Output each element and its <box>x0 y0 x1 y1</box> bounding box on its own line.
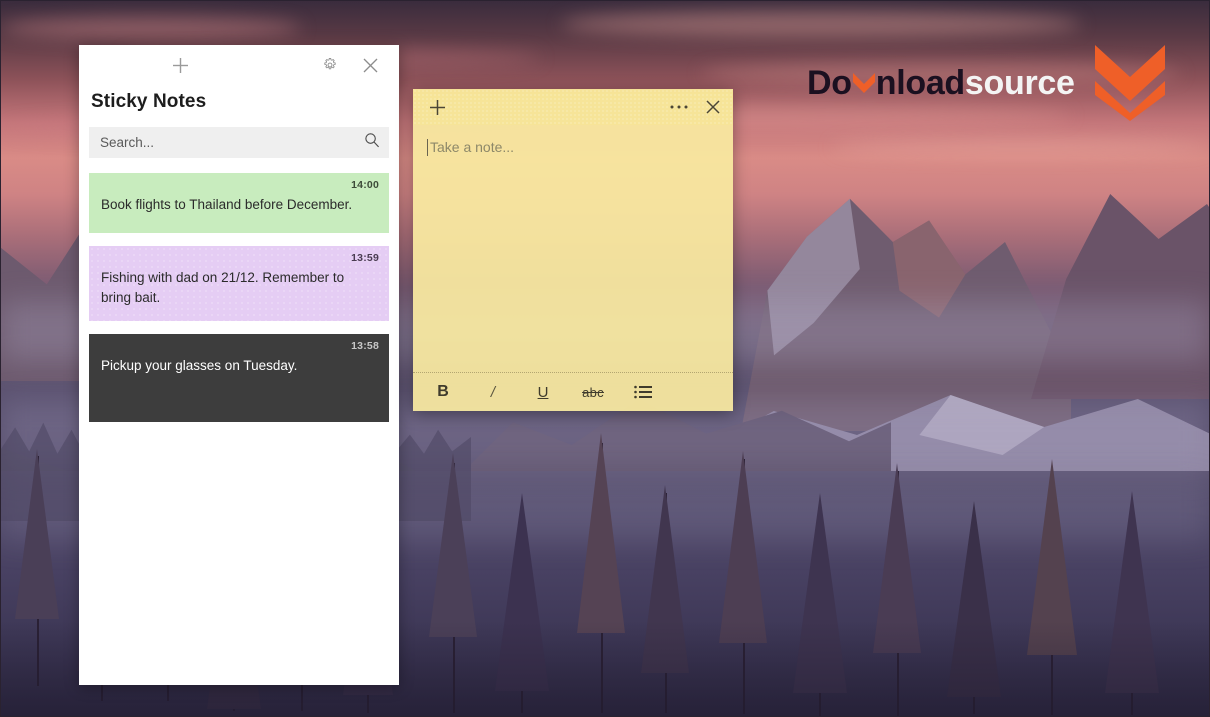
cloud-streak <box>561 11 1081 37</box>
snow-ridge-highlight <box>919 395 1045 455</box>
watermark-part-source: source <box>964 63 1075 102</box>
bold-button[interactable]: B <box>431 380 455 404</box>
tree-trunk <box>521 501 523 713</box>
note-formatting-toolbar: B / U abc <box>413 372 733 411</box>
pine-tree <box>429 453 477 637</box>
cloud-streak <box>831 139 1209 155</box>
pine-tree <box>577 433 625 633</box>
pine-tree <box>719 451 767 643</box>
tree-trunk <box>819 501 821 716</box>
note-new-button[interactable] <box>419 89 455 125</box>
tree-trunk <box>897 471 899 716</box>
tree-trunk <box>1131 499 1133 715</box>
tree-trunk <box>1051 467 1053 715</box>
note-preview-text: Fishing with dad on 21/12. Remember to b… <box>101 270 345 305</box>
watermark-text: Do nload source <box>807 64 1075 103</box>
note-menu-icon[interactable] <box>663 89 695 125</box>
bullet-list-button[interactable] <box>631 380 655 404</box>
note-timestamp: 14:00 <box>351 179 379 191</box>
note-timestamp: 13:59 <box>351 252 379 264</box>
note-preview-text: Book flights to Thailand before December… <box>101 197 353 212</box>
watermark-part-do: Do <box>807 63 852 102</box>
mountain-center-sunlit <box>892 220 966 318</box>
pine-tree <box>947 501 1001 697</box>
note-titlebar <box>413 89 733 125</box>
close-icon[interactable] <box>351 45 389 85</box>
downloadsource-watermark: Do nload source <box>807 43 1169 123</box>
search-input[interactable] <box>100 135 364 150</box>
note-text-area[interactable]: Take a note... <box>413 125 733 372</box>
tree-trunk <box>37 456 39 686</box>
underline-button[interactable]: U <box>531 380 555 404</box>
note-placeholder-text: Take a note... <box>430 139 515 155</box>
tree-trunk <box>601 443 603 713</box>
mountain-center <box>741 198 1071 431</box>
cloud-streak <box>1 17 301 39</box>
pine-tree <box>793 493 847 693</box>
note-close-icon[interactable] <box>697 89 729 125</box>
pine-tree <box>1027 459 1077 655</box>
sticky-notes-list-window: Sticky Notes 14:00 Book flights to Thail… <box>79 45 399 685</box>
new-note-button[interactable] <box>161 45 199 85</box>
note-preview-text: Pickup your glasses on Tuesday. <box>101 358 298 374</box>
watermark-part-nload: nload <box>875 63 965 102</box>
settings-gear-icon[interactable] <box>311 45 349 85</box>
screenshot-root: Do nload source Sticky Notes Search... 1… <box>0 0 1210 717</box>
tree-trunk <box>743 459 745 714</box>
pine-tree <box>15 449 59 619</box>
pine-tree <box>873 463 921 653</box>
pine-tree <box>495 493 549 691</box>
list-item[interactable]: 14:00 Book flights to Thailand before De… <box>89 173 389 233</box>
snow-ridge <box>701 395 1209 531</box>
pine-tree <box>1105 491 1159 693</box>
strikethrough-button[interactable]: abc <box>581 380 605 404</box>
note-timestamp: 13:58 <box>351 340 379 353</box>
search-box[interactable] <box>89 127 389 158</box>
tree-trunk <box>665 493 667 713</box>
mountain-center-snowface <box>767 198 860 356</box>
mountain-right <box>1031 194 1209 399</box>
list-item[interactable]: 13:58 Pickup your glasses on Tuesday. <box>89 334 389 423</box>
text-caret <box>427 139 428 156</box>
list-item[interactable]: 13:59 Fishing with dad on 21/12. Remembe… <box>89 246 389 322</box>
italic-button[interactable]: / <box>481 380 505 404</box>
search-icon[interactable] <box>364 132 380 153</box>
watermark-logo-icon <box>1094 45 1165 121</box>
notes-list: 14:00 Book flights to Thailand before De… <box>89 173 389 423</box>
pine-tree <box>641 485 689 673</box>
page-title: Sticky Notes <box>91 91 207 112</box>
tree-trunk <box>453 463 455 713</box>
notes-panel-titlebar <box>79 45 399 85</box>
sticky-note-window: Take a note... B / U abc <box>413 89 733 411</box>
watermark-chevron-icon <box>852 67 875 93</box>
tree-trunk <box>973 509 975 714</box>
